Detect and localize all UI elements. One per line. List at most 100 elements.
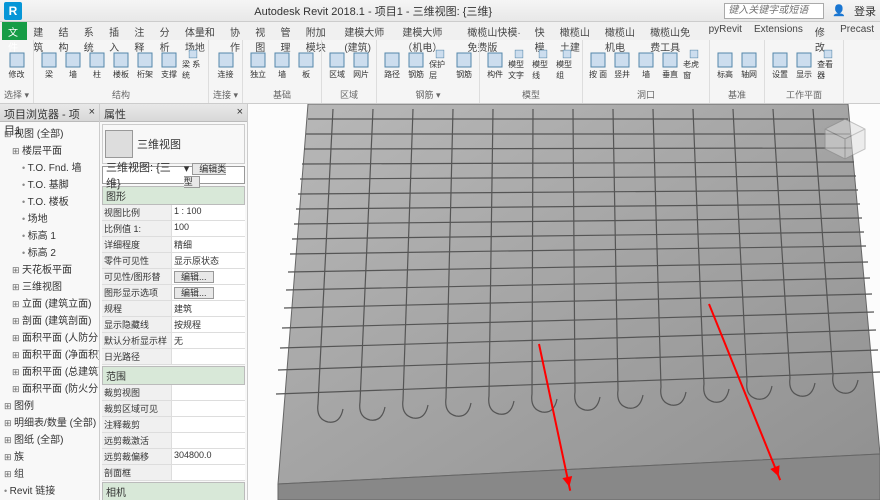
ribbon-button[interactable]: 网片 <box>350 49 372 81</box>
menu-tab[interactable]: 建模大师 (建筑) <box>338 22 396 40</box>
tree-item[interactable]: 族 <box>2 447 97 464</box>
menu-tab[interactable]: 视图 <box>249 22 274 40</box>
search-input[interactable] <box>724 3 824 19</box>
ribbon-button[interactable]: 老虎窗 <box>683 49 705 81</box>
props-row[interactable]: 详细程度精细 <box>102 237 245 253</box>
tree-item[interactable]: 楼层平面 <box>2 141 97 158</box>
props-row[interactable]: 默认分析显示样式无 <box>102 333 245 349</box>
tree-item[interactable]: 标高 2 <box>2 243 97 260</box>
tree-item[interactable]: 三维视图 <box>2 277 97 294</box>
tree-item[interactable]: T.O. 楼板 <box>2 192 97 209</box>
ribbon-button[interactable]: 模型 线 <box>532 49 554 81</box>
ribbon-button[interactable]: 垂直 <box>659 49 681 81</box>
ribbon-button[interactable]: 模型 文字 <box>508 49 530 81</box>
ribbon-button[interactable]: 路径 <box>381 49 403 81</box>
menu-tab[interactable]: 插入 <box>103 22 128 40</box>
ribbon-button[interactable]: 楼板 <box>110 49 132 81</box>
tree-item[interactable]: 视图 (全部) <box>2 124 97 141</box>
ribbon-button[interactable]: 设置 <box>769 49 791 81</box>
props-row[interactable]: 日光路径 <box>102 349 245 365</box>
tree-item[interactable]: 立面 (建筑立面) <box>2 294 97 311</box>
props-row[interactable]: 裁剪视图 <box>102 385 245 401</box>
ribbon-button[interactable]: 保护层 <box>429 49 451 81</box>
menu-tab[interactable]: 文件 <box>2 22 27 40</box>
menu-tab[interactable]: pyRevit <box>703 22 748 40</box>
ribbon-button[interactable]: 桁架 <box>134 49 156 81</box>
ribbon-button[interactable]: 构件 <box>484 49 506 81</box>
menu-tab[interactable]: 体量和场地 <box>179 22 224 40</box>
props-row[interactable]: 可见性/图形替换编辑... <box>102 269 245 285</box>
type-selector[interactable]: 三维视图 <box>102 124 245 164</box>
ribbon-button[interactable]: 修改 <box>6 49 28 81</box>
ribbon-button[interactable]: 墙 <box>271 49 293 81</box>
menu-tab[interactable]: 分析 <box>154 22 179 40</box>
props-row[interactable]: 远剪裁偏移304800.0 <box>102 449 245 465</box>
props-row[interactable]: 显示隐藏线按规程 <box>102 317 245 333</box>
props-row[interactable]: 比例值 1:100 <box>102 221 245 237</box>
tree-item[interactable]: 面积平面 (防火分区面积) <box>2 379 97 396</box>
ribbon-button[interactable]: 梁 <box>38 49 60 81</box>
tree-item[interactable]: 图例 <box>2 396 97 413</box>
close-icon[interactable]: × <box>89 106 95 119</box>
props-row[interactable]: 图形显示选项编辑... <box>102 285 245 301</box>
view-cube[interactable] <box>820 114 870 164</box>
ribbon-button[interactable]: 按 面 <box>587 49 609 81</box>
props-row[interactable]: 零件可见性显示原状态 <box>102 253 245 269</box>
ribbon-button[interactable]: 显示 <box>793 49 815 81</box>
props-row[interactable]: 注释裁剪 <box>102 417 245 433</box>
tree-item[interactable]: 标高 1 <box>2 226 97 243</box>
ribbon-button[interactable]: 支撑 <box>158 49 180 81</box>
tree-item[interactable]: 剖面 (建筑剖面) <box>2 311 97 328</box>
ribbon-button[interactable]: 板 <box>295 49 317 81</box>
tree-item[interactable]: 面积平面 (总建筑面积) <box>2 362 97 379</box>
ribbon-button[interactable]: 竖井 <box>611 49 633 81</box>
ribbon-button[interactable]: 墙 <box>635 49 657 81</box>
tree-item[interactable]: 明细表/数量 (全部) <box>2 413 97 430</box>
tree-item[interactable]: 面积平面 (人防分区面积) <box>2 328 97 345</box>
ribbon-button[interactable]: 墙 <box>62 49 84 81</box>
tree-item[interactable]: 场地 <box>2 209 97 226</box>
edit-type-button[interactable]: 编辑类型 <box>184 163 227 188</box>
tree-item[interactable]: T.O. 基脚 <box>2 175 97 192</box>
ribbon-button[interactable]: 柱 <box>86 49 108 81</box>
close-icon[interactable]: × <box>237 106 243 119</box>
ribbon-button[interactable]: 轴网 <box>738 49 760 81</box>
menu-tab[interactable]: 修改 <box>809 22 834 40</box>
tree-item[interactable]: 图纸 (全部) <box>2 430 97 447</box>
props-row[interactable]: 规程建筑 <box>102 301 245 317</box>
ribbon-button[interactable]: 梁 系统 <box>182 49 204 81</box>
menu-tab[interactable]: 附加模块 <box>300 22 339 40</box>
tree-item[interactable]: T.O. Fnd. 墙 <box>2 158 97 175</box>
props-row[interactable]: 裁剪区域可见 <box>102 401 245 417</box>
menu-tab[interactable]: 结构 <box>53 22 78 40</box>
tree-item[interactable]: Revit 链接 <box>2 481 97 498</box>
user-icon[interactable]: 👤 <box>832 4 846 17</box>
tree-item[interactable]: 组 <box>2 464 97 481</box>
ribbon-button[interactable]: 模型 组 <box>556 49 578 81</box>
menu-tab[interactable]: 橄榄山快模·免费版 <box>461 22 528 40</box>
menu-tab[interactable]: Extensions <box>748 22 809 40</box>
menu-tab[interactable]: 系统 <box>78 22 103 40</box>
menu-tab[interactable]: 建筑 <box>27 22 52 40</box>
instance-combo[interactable]: 三维视图: {三维}▾ 编辑类型 <box>102 166 245 184</box>
menu-tab[interactable]: 管理 <box>275 22 300 40</box>
props-row[interactable]: 剖面框 <box>102 465 245 481</box>
ribbon-button[interactable]: 钢筋 <box>405 49 427 81</box>
menu-tab[interactable]: 注释 <box>128 22 153 40</box>
tree-item[interactable]: 面积平面 (净面积) <box>2 345 97 362</box>
menu-tab[interactable]: 橄榄山土建 <box>554 22 599 40</box>
tree-item[interactable]: 天花板平面 <box>2 260 97 277</box>
menu-tab[interactable]: 建模大师（机电） <box>396 22 461 40</box>
menu-tab[interactable]: Precast <box>834 22 880 40</box>
menu-tab[interactable]: 橄榄山免费工具 <box>644 22 702 40</box>
ribbon-button[interactable]: 连接 <box>215 49 237 81</box>
props-row[interactable]: 视图比例1 : 100 <box>102 205 245 221</box>
menu-tab[interactable]: 协作 <box>224 22 249 40</box>
menu-tab[interactable]: 快模 <box>529 22 554 40</box>
ribbon-button[interactable]: 标高 <box>714 49 736 81</box>
ribbon-button[interactable]: 独立 <box>247 49 269 81</box>
ribbon-button[interactable]: 区域 <box>326 49 348 81</box>
ribbon-button[interactable]: 查看器 <box>817 49 839 81</box>
3d-viewport[interactable] <box>248 104 880 500</box>
props-row[interactable]: 远剪裁激活 <box>102 433 245 449</box>
